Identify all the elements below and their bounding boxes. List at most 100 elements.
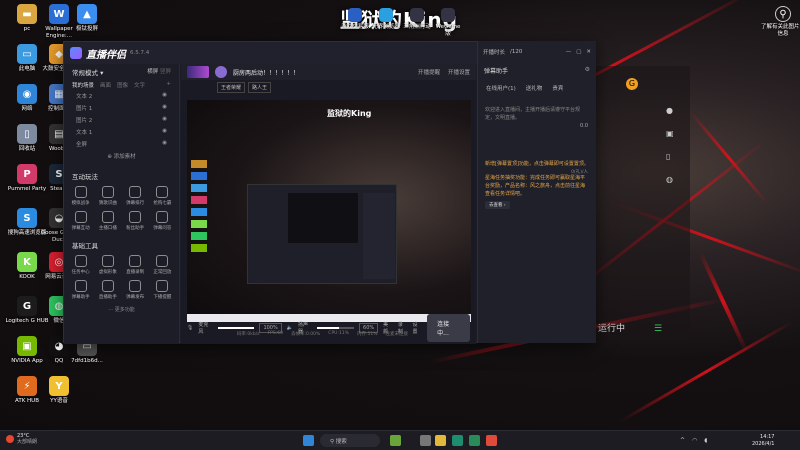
settings-icon[interactable]: ⚙ xyxy=(585,66,590,75)
minimize-icon[interactable]: — xyxy=(566,49,572,55)
source-label: 文本 1 xyxy=(76,130,93,136)
tag-category[interactable]: 王者荣耀 xyxy=(217,82,246,93)
source-item[interactable]: 图片 2 ◉ xyxy=(64,114,179,126)
interact-label: 弹幕问答 xyxy=(153,226,172,231)
weather-icon xyxy=(6,435,14,443)
tools-item[interactable]: 任务中心 xyxy=(68,255,93,275)
interact-item[interactable]: 抢购七霸 xyxy=(150,186,175,206)
eye-icon[interactable]: ◉ xyxy=(162,140,167,148)
game-icon[interactable] xyxy=(390,435,401,446)
tab-picture[interactable]: 画面 xyxy=(100,81,111,89)
assistant-title: 弹幕助手 xyxy=(484,68,509,75)
status-bar: 码率:0kb/s FPS:60 丢帧率:0.00% CPU:11% 内存:51% 连麦未连… xyxy=(117,331,412,337)
desktop-icon[interactable]: 三角洲行动 xyxy=(402,8,432,31)
tools-item[interactable]: 弹幕发布 xyxy=(123,280,148,300)
chevron-up-icon[interactable]: ^ xyxy=(680,437,685,444)
source-item[interactable]: 图片 1 ◉ xyxy=(64,102,179,114)
overlay-status: 运行中 xyxy=(598,324,626,334)
avatar[interactable] xyxy=(215,66,227,78)
user-icon[interactable]: ◍ xyxy=(666,175,674,184)
tab-online-users[interactable]: 在线用户(1) xyxy=(486,84,516,92)
mode-dropdown[interactable]: 常规模式 ▾ xyxy=(72,67,103,77)
interact-item[interactable]: 弹幕排行 xyxy=(123,186,148,206)
stream-header: 厨房两后动！！！！！！ 开播提醒 开播设置 xyxy=(181,64,476,80)
interact-item[interactable]: 弹幕问答 xyxy=(150,211,175,231)
source-item[interactable]: 文本 2 ◉ xyxy=(64,90,179,102)
status-item: 内存:51% xyxy=(356,332,378,337)
eye-icon[interactable]: ◉ xyxy=(162,92,167,100)
tools-item[interactable]: 直播录制 xyxy=(123,255,148,275)
search-box[interactable]: ⚲ 搜索 xyxy=(320,434,380,447)
weather-widget[interactable]: 23°C 大部晴朗 xyxy=(6,433,37,445)
tools-item[interactable]: 下播提醒 xyxy=(150,280,175,300)
tools-item[interactable]: 正常回放 xyxy=(150,255,175,275)
app-icon[interactable] xyxy=(469,435,480,446)
folder-icon[interactable] xyxy=(435,435,446,446)
interact-label: 模拟战争 xyxy=(71,201,90,206)
tab-gifts[interactable]: 送礼物 xyxy=(526,84,543,92)
task-view-icon[interactable] xyxy=(420,435,431,446)
live-app-icon[interactable] xyxy=(486,435,497,446)
start-icon[interactable] xyxy=(303,435,314,446)
interact-item[interactable]: 弹幕互动 xyxy=(68,211,93,231)
tools-item[interactable]: 直播助手 xyxy=(95,280,120,300)
clock[interactable]: 14:17 2026/4/1 xyxy=(752,434,774,448)
source-item[interactable]: 全屏 ◉ xyxy=(64,138,179,150)
add-source-button[interactable]: ⊕ 添加素材 xyxy=(64,150,179,162)
tools-label: 正常回放 xyxy=(153,270,172,275)
desktop-icon-label: YY语音 xyxy=(50,398,68,404)
more-label: 更多功能 xyxy=(114,307,135,313)
live-settings-button[interactable]: 开播设置 xyxy=(448,68,470,76)
live-timer: 开播时长 xyxy=(483,50,506,56)
eye-icon[interactable]: ◉ xyxy=(162,116,167,124)
tools-label: 任务中心 xyxy=(71,270,90,275)
app-icon[interactable] xyxy=(452,435,463,446)
app-icon: G xyxy=(17,296,37,316)
live-reminder-button[interactable]: 开播提醒 xyxy=(418,68,440,76)
desktop-icon-image-info[interactable]: ⚲ 了解有关此图片的信息 xyxy=(760,6,800,38)
desktop-icon[interactable]: WeGame版 xyxy=(433,8,463,38)
interact-item[interactable]: 模拟战争 xyxy=(68,186,93,206)
source-item[interactable]: 文本 1 ◉ xyxy=(64,126,179,138)
menu-icon[interactable]: ☰ xyxy=(654,324,662,334)
wifi-icon[interactable]: ◠ xyxy=(692,437,697,444)
goto-button[interactable]: 去查看 › xyxy=(485,201,510,209)
tab-landscape[interactable]: 横屏 xyxy=(147,69,158,75)
tools-item[interactable]: 虚拟形象 xyxy=(95,255,120,275)
interact-icon xyxy=(101,186,114,198)
interact-item[interactable]: 猜歌识曲 xyxy=(95,186,120,206)
tab-vip[interactable]: 贵宾 xyxy=(552,84,563,92)
phone-icon[interactable]: ▯ xyxy=(666,152,674,161)
tools-icon xyxy=(156,280,169,292)
interact-item[interactable]: 主播口播 xyxy=(95,211,120,231)
add-icon[interactable]: + xyxy=(166,81,171,89)
more-functions[interactable]: ⋯ 更多功能 xyxy=(64,302,179,313)
mic-icon[interactable]: ● xyxy=(666,106,674,115)
fans-value: 0.0 xyxy=(580,123,588,129)
app-version: 6.5.7.4 xyxy=(130,50,150,56)
close-icon[interactable]: ✕ xyxy=(586,49,591,55)
tools-item[interactable]: 弹幕助手 xyxy=(68,280,93,300)
tab-text[interactable]: 文字 xyxy=(134,81,145,89)
stream-preview[interactable]: 监狱的King xyxy=(187,100,471,322)
desktop-icon[interactable]: 无界浏览器 xyxy=(371,8,401,31)
settings-button[interactable]: 设置 xyxy=(412,321,422,335)
desktop-icon[interactable]: Y YY语音 xyxy=(36,376,82,405)
maximize-icon[interactable]: ▢ xyxy=(576,49,581,55)
go-live-button[interactable]: 连接中... xyxy=(427,314,471,342)
app-icon: ▬ xyxy=(17,4,37,24)
tab-image[interactable]: 图像 xyxy=(117,81,128,89)
eye-icon[interactable]: ◉ xyxy=(162,104,167,112)
tab-portrait[interactable]: 竖屏 xyxy=(160,69,171,75)
tag-sub[interactable]: 路人王 xyxy=(248,82,272,93)
volume-icon[interactable]: ◖ xyxy=(704,437,707,444)
camera-icon[interactable]: ▣ xyxy=(666,129,674,138)
speaker-slider[interactable] xyxy=(317,327,355,329)
eye-icon[interactable]: ◉ xyxy=(162,128,167,136)
interact-item[interactable]: 粉丝助手 xyxy=(123,211,148,231)
desktop-icon[interactable]: 游戏交易服 xyxy=(340,8,370,31)
mic-slider[interactable] xyxy=(217,327,255,329)
cover-thumbnail[interactable] xyxy=(187,66,209,78)
desktop-icon[interactable]: ▲ 极钛投屏 xyxy=(64,4,110,33)
stream-title[interactable]: 厨房两后动！！！！！！ xyxy=(233,68,299,77)
